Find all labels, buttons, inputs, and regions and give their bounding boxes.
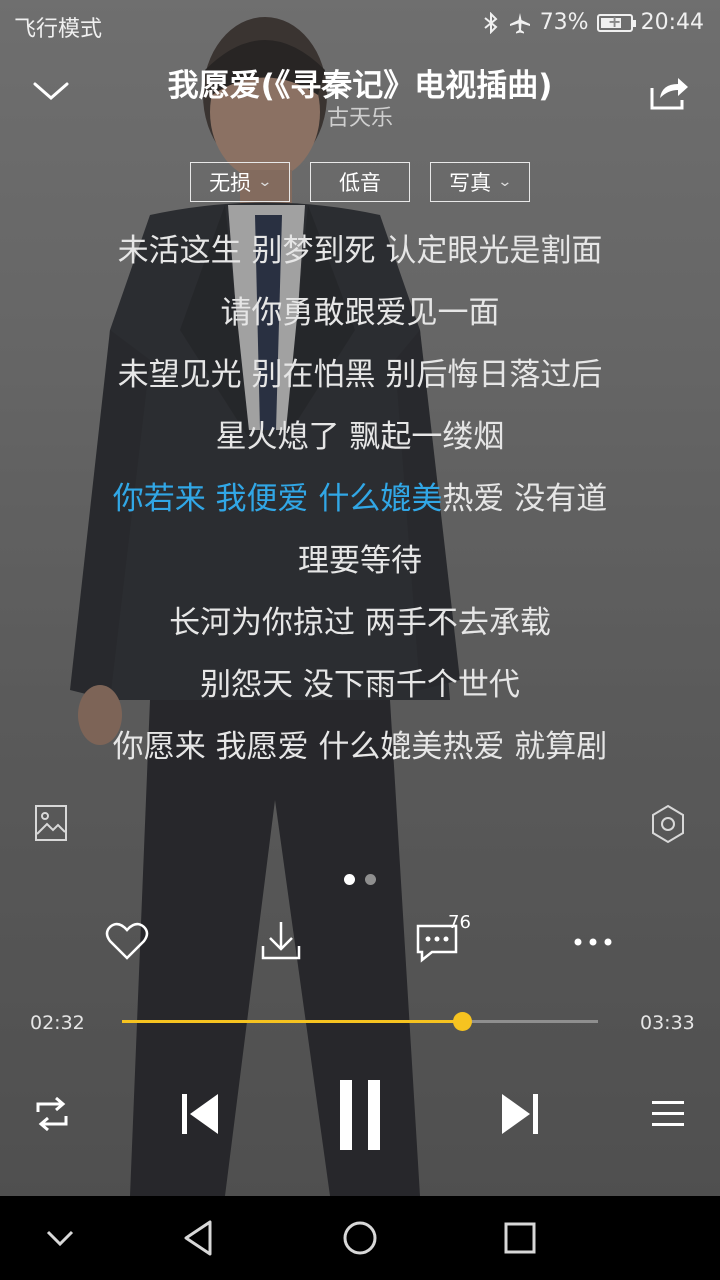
lyric-line: 你愿来 我愿爱 什么媲美热爱 就算剧 [112,729,608,765]
page-dot-active [344,874,355,885]
lyric-line: 长河为你掠过 两手不去承载 [169,605,551,641]
lossless-quality-chip[interactable]: 无损 ⌄ [190,162,290,202]
pause-icon[interactable] [334,1078,386,1152]
lyric-line: 星火熄了 飘起一缕烟 [215,419,505,455]
page-dot [365,874,376,885]
chevron-down-icon: ⌄ [257,174,273,190]
artist-name[interactable]: 古天乐 [0,100,720,132]
playlist-menu-icon[interactable] [650,1098,686,1130]
airplane-icon [509,12,530,33]
seek-bar-fill [122,1020,463,1023]
next-track-icon[interactable] [498,1092,542,1136]
current-lyric-played: 你若来 我便爱 什么媲美 [112,481,443,517]
chip-label: 无损 [209,171,252,195]
battery-percent: 73% [539,10,589,35]
share-icon[interactable] [648,72,690,112]
settings-hexagon-icon[interactable] [650,804,686,844]
previous-track-icon[interactable] [178,1092,222,1136]
system-navigation-bar [0,1196,720,1280]
song-title: 我愿爱(《寻秦记》电视插曲) [167,68,553,104]
page-indicator [0,874,720,885]
total-time: 03:33 [640,1012,695,1034]
lyric-line: 别怨天 没下雨千个世代 [200,667,520,703]
bass-boost-chip[interactable]: 低音 [310,162,410,202]
clock: 20:44 [640,10,704,35]
chip-label: 低音 [339,171,381,195]
bluetooth-icon [484,11,498,34]
status-right-group: 73% + 20:44 [482,10,704,35]
lyric-line: 理要等待 [298,543,422,579]
lyrics-panel[interactable]: 未活这生 别梦到死 认定眼光是割面 请你勇敢跟爱见一面 未望见光 别在怕黑 别后… [0,220,720,778]
lyric-line: 未活这生 别梦到死 认定眼光是割面 [117,233,603,269]
quality-chip-row: 无损 ⌄ 低音 写真 ⌄ [190,162,530,202]
photo-mode-chip[interactable]: 写真 ⌄ [430,162,530,202]
seek-bar[interactable] [122,1012,598,1031]
status-bar: 飞行模式 73% + 20:44 [0,0,720,50]
elapsed-time: 02:32 [30,1012,85,1034]
airplane-mode-label: 飞行模式 [14,17,103,42]
battery-icon: + [596,11,636,32]
charging-plus-icon: + [607,11,622,31]
download-icon[interactable] [258,918,304,964]
current-lyric-remaining: 热爱 没有道 [442,481,608,517]
current-lyric-line: 你若来 我便爱 什么媲美热爱 没有道 [0,468,720,530]
recents-square-icon[interactable] [496,1214,544,1262]
home-circle-icon[interactable] [336,1214,384,1262]
lyric-poster-image-icon[interactable] [34,804,68,842]
more-options-icon[interactable] [570,918,616,964]
chip-label: 写真 [449,171,492,195]
back-triangle-icon[interactable] [176,1214,224,1262]
lyric-line: 未望见光 别在怕黑 别后悔日落过后 [117,357,603,393]
lyric-line: 请你勇敢跟爱见一面 [220,295,500,331]
like-heart-icon[interactable] [104,918,150,964]
comment-count-badge: 76 [448,912,471,933]
hide-keyboard-chevron-down-icon[interactable] [36,1214,84,1262]
chevron-down-icon: ⌄ [497,174,513,190]
repeat-mode-icon[interactable] [32,1096,72,1132]
